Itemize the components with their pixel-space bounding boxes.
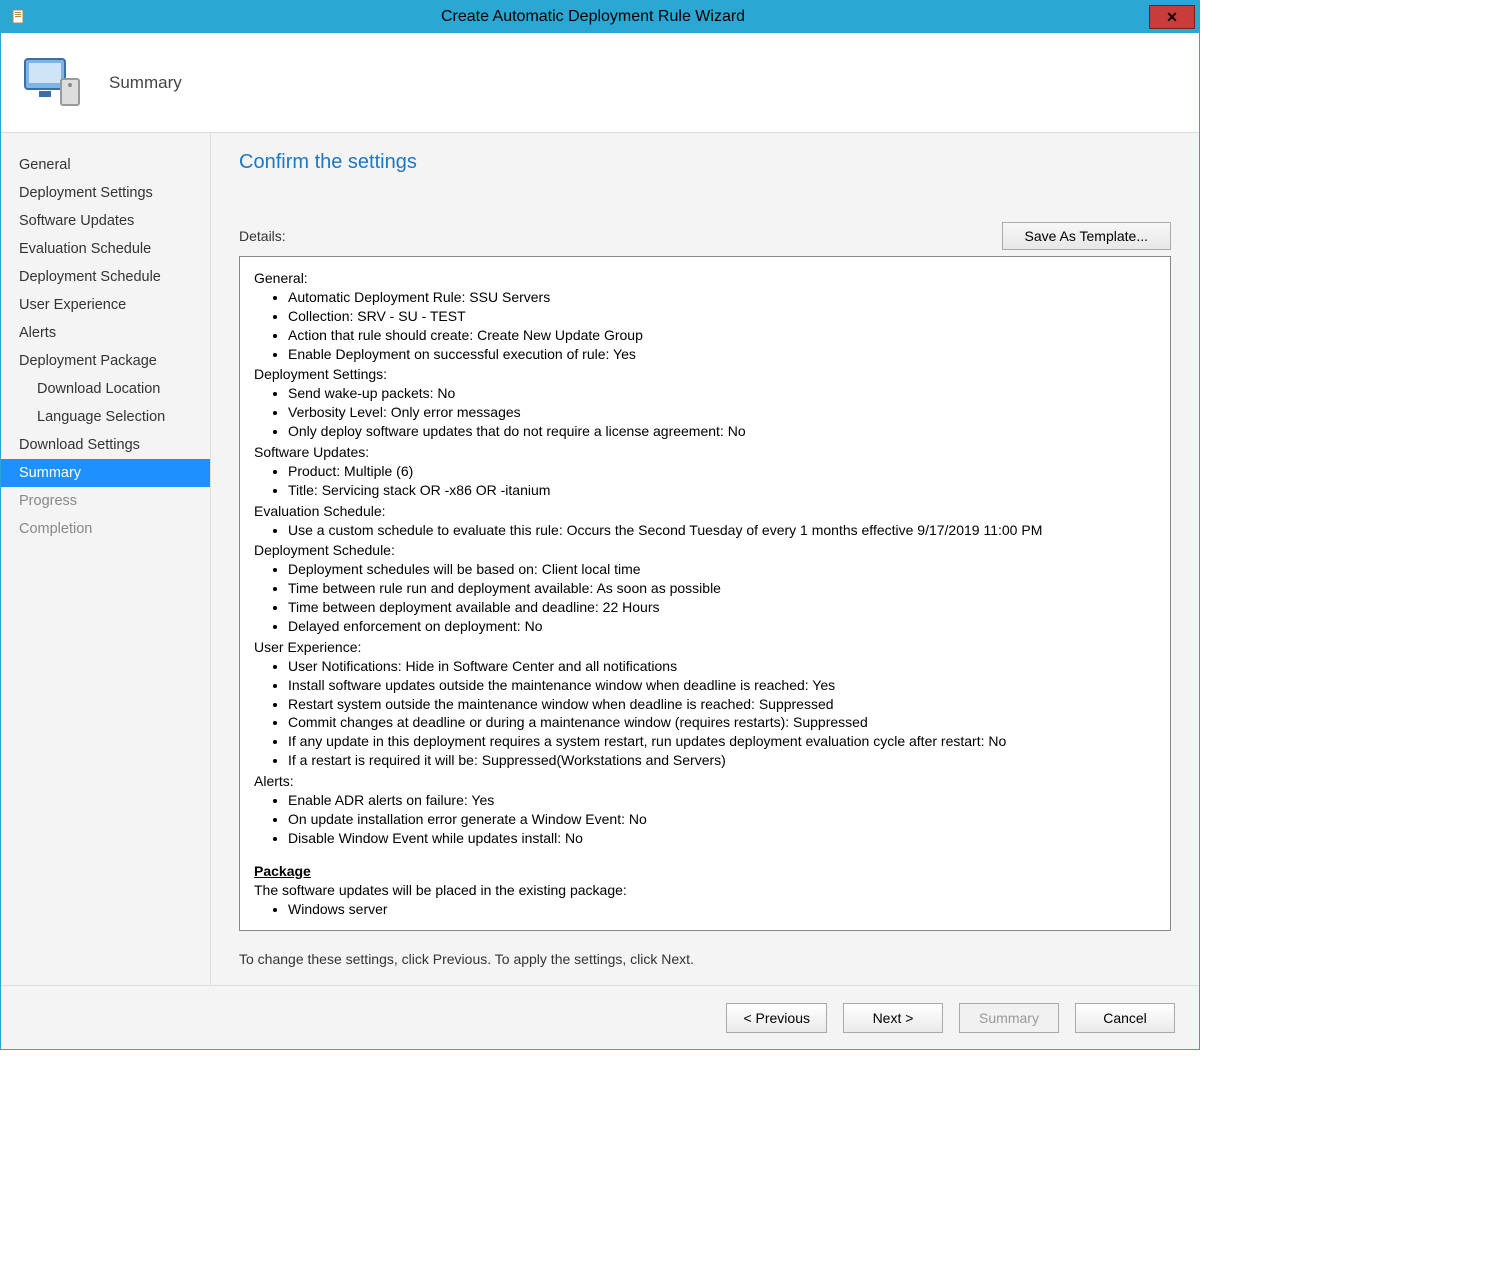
list-item: User Notifications: Hide in Software Cen… (288, 657, 1156, 676)
section-software-updates-title: Software Updates: (254, 443, 1156, 462)
wizard-footer: < Previous Next > Summary Cancel (1, 985, 1199, 1049)
list-item: If a restart is required it will be: Sup… (288, 751, 1156, 770)
section-alerts-title: Alerts: (254, 772, 1156, 791)
monitor-icon (21, 51, 85, 115)
list-item: Time between rule run and deployment ava… (288, 579, 1156, 598)
main-heading: Confirm the settings (239, 151, 1171, 174)
sidebar-item-progress: Progress (1, 487, 210, 515)
sidebar-item-deployment-package[interactable]: Deployment Package (1, 347, 210, 375)
section-deployment-settings-title: Deployment Settings: (254, 365, 1156, 384)
list-item: Use a custom schedule to evaluate this r… (288, 521, 1156, 540)
sidebar-item-completion: Completion (1, 515, 210, 543)
section-package-title: Package (254, 862, 1156, 881)
page-title: Summary (109, 73, 182, 93)
sidebar-item-download-settings[interactable]: Download Settings (1, 431, 210, 459)
list-item: Restart system outside the maintenance w… (288, 695, 1156, 714)
sidebar-item-deployment-settings[interactable]: Deployment Settings (1, 179, 210, 207)
section-general-title: General: (254, 269, 1156, 288)
section-evaluation-schedule-title: Evaluation Schedule: (254, 502, 1156, 521)
sidebar-item-evaluation-schedule[interactable]: Evaluation Schedule (1, 235, 210, 263)
summary-button: Summary (959, 1003, 1059, 1033)
sidebar-item-user-experience[interactable]: User Experience (1, 291, 210, 319)
details-label: Details: (239, 228, 286, 244)
section-deployment-schedule-title: Deployment Schedule: (254, 541, 1156, 560)
list-item: If any update in this deployment require… (288, 732, 1156, 751)
details-box[interactable]: General: Automatic Deployment Rule: SSU … (239, 256, 1171, 931)
list-item: Commit changes at deadline or during a m… (288, 713, 1156, 732)
list-item: Action that rule should create: Create N… (288, 326, 1156, 345)
section-package-list: Windows server (254, 900, 1156, 919)
list-item: Product: Multiple (6) (288, 462, 1156, 481)
app-icon (9, 7, 29, 27)
body: General Deployment Settings Software Upd… (1, 133, 1199, 985)
list-item: Send wake-up packets: No (288, 384, 1156, 403)
list-item: Enable Deployment on successful executio… (288, 345, 1156, 364)
main-panel: Confirm the settings Details: Save As Te… (211, 133, 1199, 985)
hint-text: To change these settings, click Previous… (239, 951, 1171, 967)
section-deployment-settings-list: Send wake-up packets: No Verbosity Level… (254, 384, 1156, 441)
section-user-experience-title: User Experience: (254, 638, 1156, 657)
section-software-updates-list: Product: Multiple (6) Title: Servicing s… (254, 462, 1156, 500)
save-as-template-button[interactable]: Save As Template... (1002, 222, 1171, 250)
next-button[interactable]: Next > (843, 1003, 943, 1033)
list-item: Automatic Deployment Rule: SSU Servers (288, 288, 1156, 307)
cancel-button[interactable]: Cancel (1075, 1003, 1175, 1033)
sidebar-item-summary[interactable]: Summary (1, 459, 210, 487)
list-item: On update installation error generate a … (288, 810, 1156, 829)
section-package-desc: The software updates will be placed in t… (254, 881, 1156, 900)
titlebar: Create Automatic Deployment Rule Wizard … (1, 1, 1199, 33)
list-item: Verbosity Level: Only error messages (288, 403, 1156, 422)
sidebar-item-deployment-schedule[interactable]: Deployment Schedule (1, 263, 210, 291)
list-item: Only deploy software updates that do not… (288, 422, 1156, 441)
list-item: Install software updates outside the mai… (288, 676, 1156, 695)
sidebar-item-software-updates[interactable]: Software Updates (1, 207, 210, 235)
list-item: Enable ADR alerts on failure: Yes (288, 791, 1156, 810)
list-item: Disable Window Event while updates insta… (288, 829, 1156, 848)
list-item: Windows server (288, 900, 1156, 919)
wizard-sidebar: General Deployment Settings Software Upd… (1, 133, 211, 985)
previous-button[interactable]: < Previous (726, 1003, 827, 1033)
list-item: Deployment schedules will be based on: C… (288, 560, 1156, 579)
section-user-experience-list: User Notifications: Hide in Software Cen… (254, 657, 1156, 770)
list-item: Delayed enforcement on deployment: No (288, 617, 1156, 636)
section-alerts-list: Enable ADR alerts on failure: Yes On upd… (254, 791, 1156, 848)
list-item: Collection: SRV - SU - TEST (288, 307, 1156, 326)
sidebar-item-language-selection[interactable]: Language Selection (1, 403, 210, 431)
sidebar-item-download-location[interactable]: Download Location (1, 375, 210, 403)
list-item: Title: Servicing stack OR -x86 OR -itani… (288, 481, 1156, 500)
close-button[interactable]: ✕ (1149, 5, 1195, 29)
list-item: Time between deployment available and de… (288, 598, 1156, 617)
wizard-window: Create Automatic Deployment Rule Wizard … (0, 0, 1200, 1050)
section-deployment-schedule-list: Deployment schedules will be based on: C… (254, 560, 1156, 636)
sidebar-item-alerts[interactable]: Alerts (1, 319, 210, 347)
details-header-row: Details: Save As Template... (239, 222, 1171, 250)
section-general-list: Automatic Deployment Rule: SSU Servers C… (254, 288, 1156, 364)
window-title: Create Automatic Deployment Rule Wizard (37, 8, 1149, 26)
section-evaluation-schedule-list: Use a custom schedule to evaluate this r… (254, 521, 1156, 540)
sidebar-item-general[interactable]: General (1, 151, 210, 179)
header-band: Summary (1, 33, 1199, 133)
